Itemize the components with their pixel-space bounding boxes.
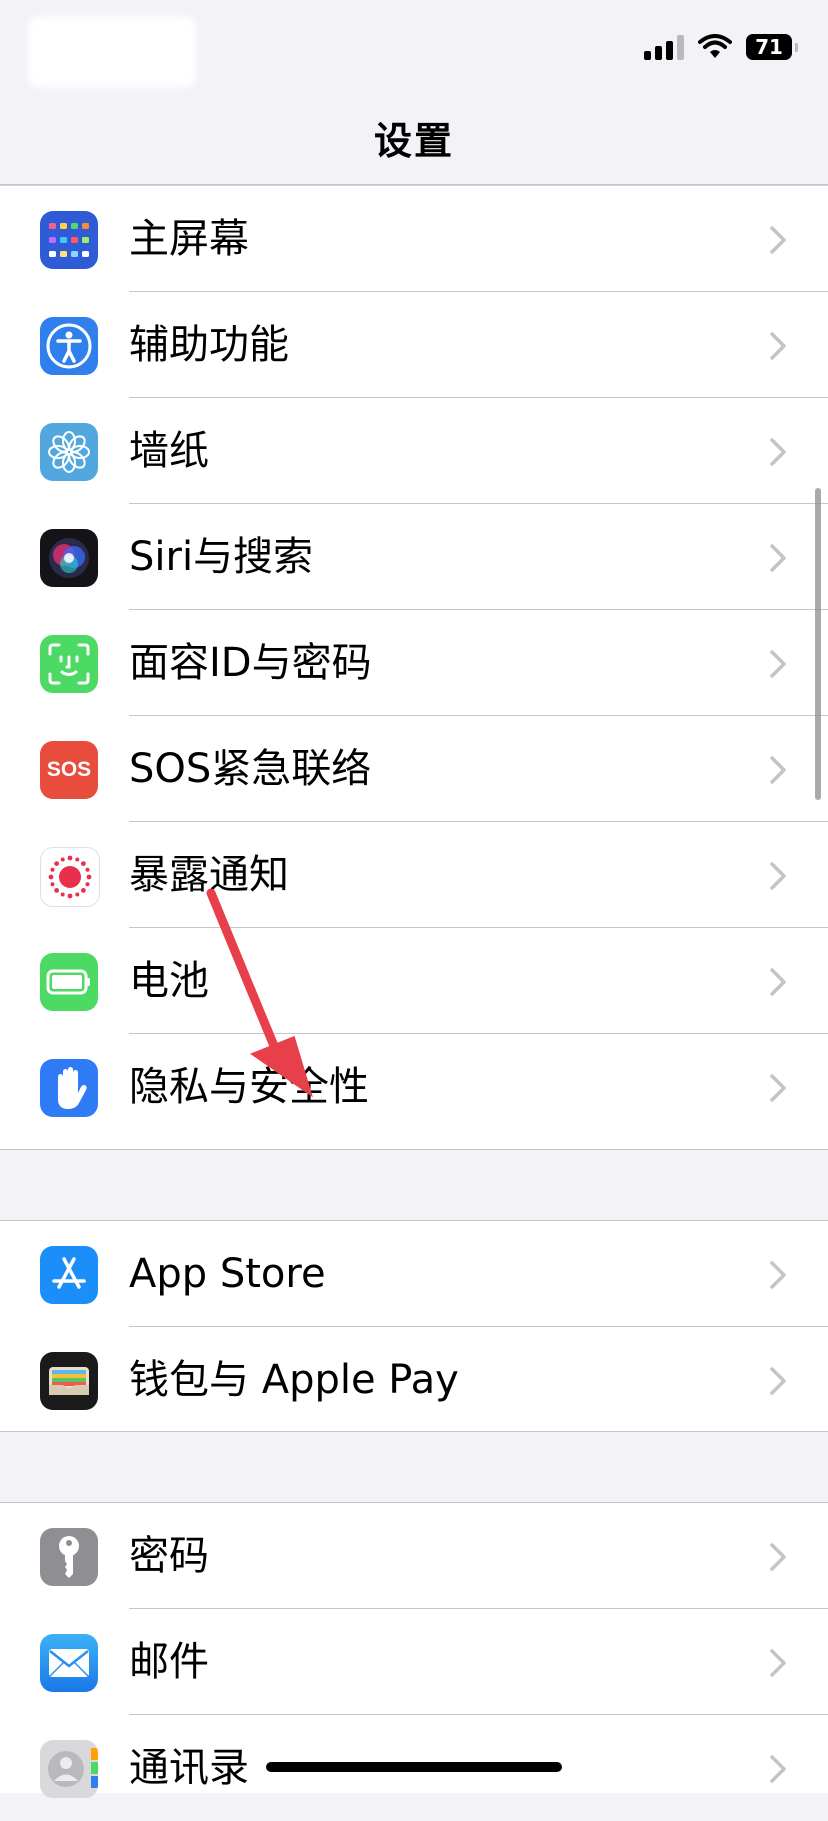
wifi-icon <box>698 34 732 58</box>
page-title: 设置 <box>373 119 454 163</box>
row-label: 通讯录 <box>129 1745 249 1791</box>
face-id-icon <box>40 635 98 693</box>
navigation-bar: 设置 <box>0 100 828 185</box>
chevron-right-icon <box>770 226 786 254</box>
key-icon <box>40 1528 98 1586</box>
settings-row-wallpaper[interactable]: 墙纸 <box>0 398 828 504</box>
row-label: SOS紧急联络 <box>129 746 372 792</box>
scroll-indicator[interactable] <box>815 488 821 800</box>
chevron-right-icon <box>770 1755 786 1783</box>
settings-row-app-store[interactable]: App Store <box>0 1221 828 1327</box>
wallpaper-icon <box>40 423 98 481</box>
settings-row-accessibility[interactable]: 辅助功能 <box>0 292 828 398</box>
row-label: 密码 <box>129 1533 209 1579</box>
chevron-right-icon <box>770 544 786 572</box>
chevron-right-icon <box>770 1367 786 1395</box>
settings-row-passwords[interactable]: 密码 <box>0 1503 828 1609</box>
settings-row-sos[interactable]: SOS SOS紧急联络 <box>0 716 828 822</box>
chevron-right-icon <box>770 650 786 678</box>
chevron-right-icon <box>770 1649 786 1677</box>
cellular-signal-icon <box>644 34 684 60</box>
app-store-icon <box>40 1246 98 1304</box>
row-label: 主屏幕 <box>129 216 249 262</box>
settings-row-exposure-notification[interactable]: 暴露通知 <box>0 822 828 928</box>
chevron-right-icon <box>770 1543 786 1571</box>
row-label: 邮件 <box>129 1639 209 1685</box>
row-label: App Store <box>129 1251 326 1297</box>
row-label: 墙纸 <box>129 428 209 474</box>
contacts-icon <box>40 1740 98 1798</box>
settings-row-siri[interactable]: Siri与搜索 <box>0 504 828 610</box>
settings-group-accounts: 密码 邮件 通讯录 <box>0 1502 828 1798</box>
settings-row-face-id[interactable]: 面容ID与密码 <box>0 610 828 716</box>
home-indicator[interactable] <box>266 1762 562 1772</box>
row-label: 暴露通知 <box>129 852 289 898</box>
settings-row-battery[interactable]: 电池 <box>0 928 828 1034</box>
row-label: 钱包与 Apple Pay <box>129 1357 459 1403</box>
settings-group-store: App Store 钱包与 Apple Pay <box>0 1220 828 1432</box>
home-screen-icon <box>40 211 98 269</box>
sos-icon-text: SOS <box>46 758 92 781</box>
accessibility-icon <box>40 317 98 375</box>
chevron-right-icon <box>770 332 786 360</box>
chevron-right-icon <box>770 968 786 996</box>
privacy-hand-icon <box>40 1059 98 1117</box>
row-label: Siri与搜索 <box>129 534 314 580</box>
settings-row-privacy-security[interactable]: 隐私与安全性 <box>0 1034 828 1140</box>
blurred-carrier-name <box>28 16 196 88</box>
row-label: 面容ID与密码 <box>129 640 372 686</box>
siri-icon <box>40 529 98 587</box>
chevron-right-icon <box>770 1074 786 1102</box>
settings-row-wallet[interactable]: 钱包与 Apple Pay <box>0 1327 828 1433</box>
row-label: 电池 <box>129 958 209 1004</box>
chevron-right-icon <box>770 1261 786 1289</box>
wallet-icon <box>40 1352 98 1410</box>
chevron-right-icon <box>770 438 786 466</box>
settings-group-general: 主屏幕 辅助功能 墙纸 Siri与搜索 面容ID与密码 SOS SOS紧急联络 … <box>0 185 828 1150</box>
chevron-right-icon <box>770 862 786 890</box>
settings-row-home-screen[interactable]: 主屏幕 <box>0 186 828 292</box>
settings-row-mail[interactable]: 邮件 <box>0 1609 828 1715</box>
status-bar: 71 <box>0 0 828 100</box>
battery-icon <box>40 953 98 1011</box>
mail-icon <box>40 1634 98 1692</box>
battery-level-indicator: 71 <box>746 34 798 60</box>
status-icons: 71 <box>644 34 798 60</box>
sos-icon: SOS <box>40 741 98 799</box>
chevron-right-icon <box>770 756 786 784</box>
row-label: 辅助功能 <box>129 322 289 368</box>
row-label: 隐私与安全性 <box>129 1064 369 1110</box>
exposure-notification-icon <box>40 847 100 907</box>
